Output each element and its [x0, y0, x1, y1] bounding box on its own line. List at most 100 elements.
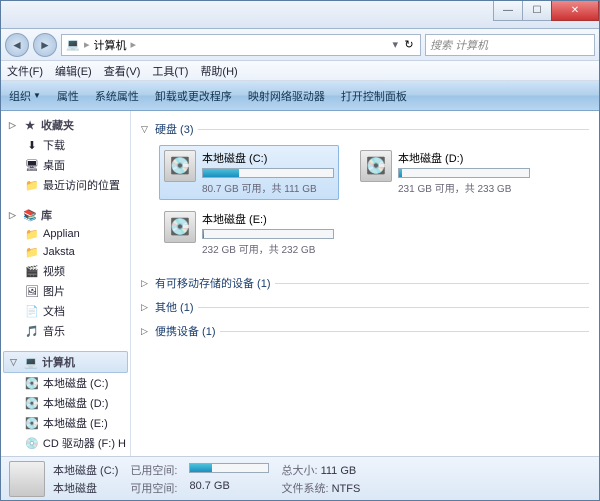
forward-button[interactable]: ► — [33, 33, 57, 57]
item-icon: 💽 — [25, 376, 39, 390]
drive-usage-bar — [202, 168, 334, 178]
chevron-down-icon: ▼ — [33, 91, 41, 100]
search-placeholder: 搜索 计算机 — [430, 37, 488, 53]
item-icon: 🎬 — [25, 264, 39, 278]
menu-file[interactable]: 文件(F) — [7, 63, 43, 79]
body: ▷★收藏夹 ⬇下载🖥桌面📁最近访问的位置 ▷📚库 📁Applian📁Jaksta… — [1, 111, 599, 456]
category-hard-drives[interactable]: ▽硬盘 (3) — [141, 117, 589, 141]
item-icon: 🎵 — [25, 324, 39, 338]
item-label: Applian — [43, 228, 80, 240]
status-free: 80.7 GB — [189, 480, 269, 496]
drive-item[interactable]: 💽本地磁盘 (D:)231 GB 可用，共 233 GB — [355, 145, 535, 200]
star-icon: ★ — [23, 118, 37, 132]
toolbar: 组织▼ 属性 系统属性 卸载或更改程序 映射网络驱动器 打开控制面板 — [1, 81, 599, 111]
menu-bar: 文件(F) 编辑(E) 查看(V) 工具(T) 帮助(H) — [1, 61, 599, 81]
breadcrumb-sep-icon: ▸ — [131, 38, 137, 51]
drive-name: 本地磁盘 (C:) — [202, 150, 334, 166]
status-subtype: 本地磁盘 — [53, 480, 118, 496]
item-label: 本地磁盘 (E:) — [43, 415, 108, 431]
drive-item[interactable]: 💽本地磁盘 (E:)232 GB 可用，共 232 GB — [159, 206, 339, 261]
computer-icon: 💻 — [66, 38, 80, 52]
drive-name: 本地磁盘 (D:) — [398, 150, 530, 166]
toolbar-organize[interactable]: 组织▼ — [9, 88, 41, 104]
maximize-button[interactable]: ☐ — [522, 1, 552, 21]
item-label: 本地磁盘 (C:) — [43, 375, 108, 391]
drive-icon: 💽 — [164, 211, 196, 243]
drive-free-text: 80.7 GB 可用，共 111 GB — [202, 180, 334, 195]
item-icon: 📁 — [25, 178, 39, 192]
expand-icon: ▷ — [141, 326, 151, 337]
sidebar: ▷★收藏夹 ⬇下载🖥桌面📁最近访问的位置 ▷📚库 📁Applian📁Jaksta… — [1, 111, 131, 456]
sidebar-item-library[interactable]: 📁Applian — [1, 225, 130, 243]
status-used-label: 已用空间: — [130, 462, 177, 478]
status-name: 本地磁盘 (C:) — [53, 462, 118, 478]
sidebar-item-favorite[interactable]: 🖥 桌面 — [1, 155, 130, 175]
item-label: CD 驱动器 (F:) H — [43, 435, 126, 451]
item-icon: 💿 — [25, 436, 39, 450]
sidebar-item-drive[interactable]: 💿 CD 驱动器 (F:) H — [1, 433, 130, 453]
toolbar-system-properties[interactable]: 系统属性 — [95, 88, 139, 104]
item-label: 下载 — [43, 137, 65, 153]
status-bar: 本地磁盘 (C:) 已用空间: 总大小: 111 GB 本地磁盘 可用空间: 8… — [1, 456, 599, 500]
item-label: 音乐 — [43, 323, 65, 339]
menu-tools[interactable]: 工具(T) — [152, 63, 188, 79]
item-icon: 💽 — [25, 416, 39, 430]
expand-icon: ▽ — [10, 357, 20, 368]
back-button[interactable]: ◄ — [5, 33, 29, 57]
menu-view[interactable]: 查看(V) — [104, 63, 141, 79]
toolbar-map-network-drive[interactable]: 映射网络驱动器 — [248, 88, 325, 104]
sidebar-item-library[interactable]: 🎬 视频 — [1, 261, 130, 281]
sidebar-favorites-head[interactable]: ▷★收藏夹 — [1, 115, 130, 135]
sidebar-item-library[interactable]: 🖼图片 — [1, 281, 130, 301]
sidebar-item-favorite[interactable]: 📁最近访问的位置 — [1, 175, 130, 195]
expand-icon: ▷ — [9, 210, 19, 221]
item-label: 视频 — [43, 263, 65, 279]
explorer-window: — ☐ ✕ ◄ ► 💻 ▸ 计算机 ▸ ▾ ↻ 搜索 计算机 文件(F) 编辑(… — [0, 0, 600, 501]
sidebar-item-drive[interactable]: 💽 本地磁盘 (C:) — [1, 373, 130, 393]
sidebar-item-library[interactable]: 📄文档 — [1, 301, 130, 321]
status-used-bar — [189, 462, 269, 478]
toolbar-uninstall[interactable]: 卸载或更改程序 — [155, 88, 232, 104]
search-input[interactable]: 搜索 计算机 — [425, 34, 595, 56]
drive-name: 本地磁盘 (E:) — [202, 211, 334, 227]
titlebar: — ☐ ✕ — [1, 1, 599, 29]
computer-icon: 💻 — [24, 355, 38, 369]
main-content: ▽硬盘 (3) 💽本地磁盘 (C:)80.7 GB 可用，共 111 GB💽本地… — [131, 111, 599, 456]
status-total: 111 GB — [321, 465, 357, 477]
refresh-icon[interactable]: ↻ — [402, 38, 416, 52]
category-portable[interactable]: ▷便携设备 (1) — [141, 319, 589, 343]
status-fs-label: 文件系统: — [281, 483, 328, 495]
close-button[interactable]: ✕ — [551, 1, 599, 21]
breadcrumb-item[interactable]: 计算机 — [94, 37, 127, 53]
toolbar-control-panel[interactable]: 打开控制面板 — [341, 88, 407, 104]
sidebar-computer-head[interactable]: ▽💻计算机 — [3, 351, 128, 373]
drive-free-text: 231 GB 可用，共 233 GB — [398, 180, 530, 195]
sidebar-item-drive[interactable]: 💽本地磁盘 (D:) — [1, 393, 130, 413]
address-bar[interactable]: 💻 ▸ 计算机 ▸ ▾ ↻ — [61, 34, 421, 56]
sidebar-item-library[interactable]: 🎵 音乐 — [1, 321, 130, 341]
sidebar-item-favorite[interactable]: ⬇ 下载 — [1, 135, 130, 155]
minimize-button[interactable]: — — [493, 1, 523, 21]
menu-help[interactable]: 帮助(H) — [200, 63, 237, 79]
expand-icon: ▷ — [141, 278, 151, 289]
category-removable[interactable]: ▷有可移动存储的设备 (1) — [141, 271, 589, 295]
drive-icon — [9, 461, 45, 497]
menu-edit[interactable]: 编辑(E) — [55, 63, 92, 79]
category-other[interactable]: ▷其他 (1) — [141, 295, 589, 319]
item-icon: 📁 — [25, 245, 39, 259]
item-icon: ⬇ — [25, 138, 39, 152]
drive-item[interactable]: 💽本地磁盘 (C:)80.7 GB 可用，共 111 GB — [159, 145, 339, 200]
toolbar-properties[interactable]: 属性 — [57, 88, 79, 104]
sidebar-libraries-head[interactable]: ▷📚库 — [1, 205, 130, 225]
item-label: Jaksta — [43, 246, 75, 258]
item-icon: 🖥 — [25, 158, 39, 172]
item-label: 桌面 — [43, 157, 65, 173]
breadcrumb-sep-icon: ▸ — [84, 38, 90, 51]
address-dropdown-icon[interactable]: ▾ — [392, 38, 398, 51]
expand-icon: ▷ — [141, 302, 151, 313]
drive-usage-bar — [398, 168, 530, 178]
item-label: 文档 — [43, 303, 65, 319]
sidebar-item-drive[interactable]: 💽 本地磁盘 (E:) — [1, 413, 130, 433]
item-label: 图片 — [43, 283, 65, 299]
sidebar-item-library[interactable]: 📁 Jaksta — [1, 243, 130, 261]
